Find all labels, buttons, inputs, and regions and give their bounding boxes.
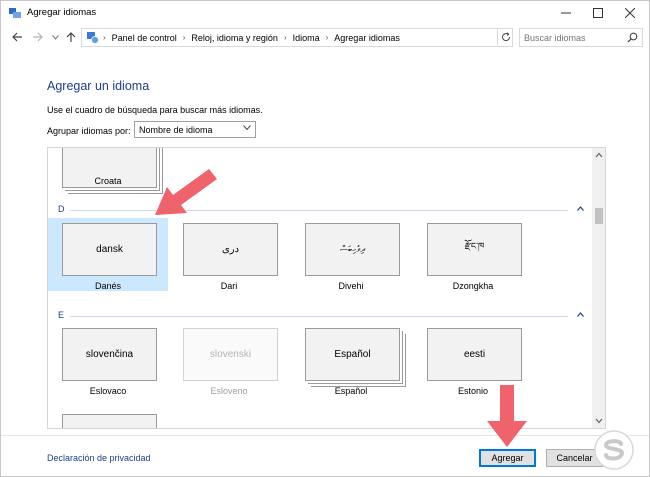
group-divider xyxy=(70,316,568,317)
close-icon xyxy=(625,8,635,18)
group-by-label: Agrupar idiomas por: xyxy=(47,126,131,136)
group-header-d: D xyxy=(58,204,65,214)
address-bar[interactable]: › Panel de control › Reloj, idioma y reg… xyxy=(81,28,578,47)
chevron-down-icon[interactable] xyxy=(592,416,606,426)
chevron-down-icon xyxy=(243,125,251,131)
language-card: dansk xyxy=(62,223,157,276)
maximize-icon xyxy=(593,8,603,18)
refresh-icon xyxy=(501,31,510,41)
language-app-icon xyxy=(9,8,21,18)
add-languages-window: Agregar idiomas › Panel de control › Rel… xyxy=(0,0,650,477)
language-tile-partial[interactable] xyxy=(48,409,168,428)
language-card: دری xyxy=(183,223,278,276)
language-tile-slovak[interactable]: slovenčina Eslovaco xyxy=(48,323,168,396)
language-card xyxy=(62,414,157,428)
language-name: Español xyxy=(334,386,368,396)
language-name: Croata xyxy=(94,176,122,186)
close-button[interactable] xyxy=(615,1,645,25)
chevron-up-icon[interactable] xyxy=(577,206,584,211)
language-tile-dari[interactable]: دری Dari xyxy=(169,218,289,291)
language-tile-slovenian: slovenski Esloveno xyxy=(169,323,289,396)
language-card: ދިވެހިބަސް xyxy=(305,223,400,276)
forward-button[interactable] xyxy=(29,29,45,45)
back-button[interactable] xyxy=(9,29,25,45)
chevron-down-icon xyxy=(51,34,59,40)
language-card: eesti xyxy=(427,328,522,381)
breadcrumb-clock-language-region[interactable]: Reloj, idioma y región xyxy=(191,33,278,43)
chevron-up-icon[interactable] xyxy=(592,150,606,160)
language-name: Eslovaco xyxy=(89,386,127,396)
page-title: Agregar un idioma xyxy=(47,79,150,93)
language-card: རྫོང་ཁ xyxy=(427,223,522,276)
breadcrumb-language[interactable]: Idioma xyxy=(293,33,320,43)
language-tile-croatian[interactable]: Croata xyxy=(48,148,168,203)
search-box[interactable] xyxy=(519,28,643,47)
language-card: slovenčina xyxy=(62,328,157,381)
language-tile-dzongkha[interactable]: རྫོང་ཁ Dzongkha xyxy=(413,218,533,291)
refresh-button[interactable] xyxy=(497,28,513,45)
language-name: Danés xyxy=(94,281,121,291)
breadcrumb-separator: › xyxy=(283,33,287,42)
add-button[interactable]: Agregar xyxy=(479,449,536,467)
page-description: Use el cuadro de búsqueda para buscar má… xyxy=(47,105,263,115)
language-name: Dzongkha xyxy=(452,281,494,291)
window-title: Agregar idiomas xyxy=(27,7,97,18)
annotation-arrow-icon xyxy=(487,385,527,447)
up-button[interactable] xyxy=(63,29,79,45)
language-name: Divehi xyxy=(338,281,364,291)
breadcrumb-separator: › xyxy=(103,33,106,42)
group-divider xyxy=(70,210,568,211)
breadcrumb-separator: › xyxy=(182,33,186,42)
language-card: slovenski xyxy=(183,328,278,381)
recent-locations-button[interactable] xyxy=(47,29,63,45)
annotation-arrow-icon xyxy=(155,169,217,215)
chevron-up-icon[interactable] xyxy=(577,312,584,317)
group-header-e: E xyxy=(58,310,65,320)
footer-divider xyxy=(1,435,649,436)
search-input[interactable] xyxy=(524,31,624,44)
language-tile-spanish[interactable]: Español Español xyxy=(291,323,411,396)
privacy-statement-link[interactable]: Declaración de privacidad xyxy=(47,453,151,463)
search-icon xyxy=(627,32,638,43)
group-by-select[interactable]: Nombre de idioma xyxy=(134,121,256,138)
language-card: Español xyxy=(305,328,400,381)
group-by-selected-value: Nombre de idioma xyxy=(139,124,213,135)
minimize-button[interactable] xyxy=(551,1,581,25)
breadcrumb-add-languages[interactable]: Agregar idiomas xyxy=(334,33,400,43)
watermark-logo-icon xyxy=(594,430,634,470)
language-tile-danish[interactable]: dansk Danés xyxy=(48,218,168,291)
scrollbar-thumb[interactable] xyxy=(595,208,603,224)
language-name: Esloveno xyxy=(210,386,248,396)
arrow-right-icon xyxy=(32,32,43,42)
control-panel-icon xyxy=(87,32,99,44)
language-tile-divehi[interactable]: ދިވެހިބަސް Divehi xyxy=(291,218,411,291)
title-bar: Agregar idiomas xyxy=(1,1,649,25)
breadcrumb-separator: › xyxy=(325,33,329,42)
maximize-button[interactable] xyxy=(583,1,613,25)
breadcrumb-control-panel[interactable]: Panel de control xyxy=(112,33,177,43)
arrow-up-icon xyxy=(66,31,76,42)
arrow-left-icon xyxy=(11,32,22,42)
minimize-icon xyxy=(561,12,571,14)
language-name: Dari xyxy=(220,281,238,291)
vertical-scrollbar[interactable] xyxy=(592,148,606,428)
